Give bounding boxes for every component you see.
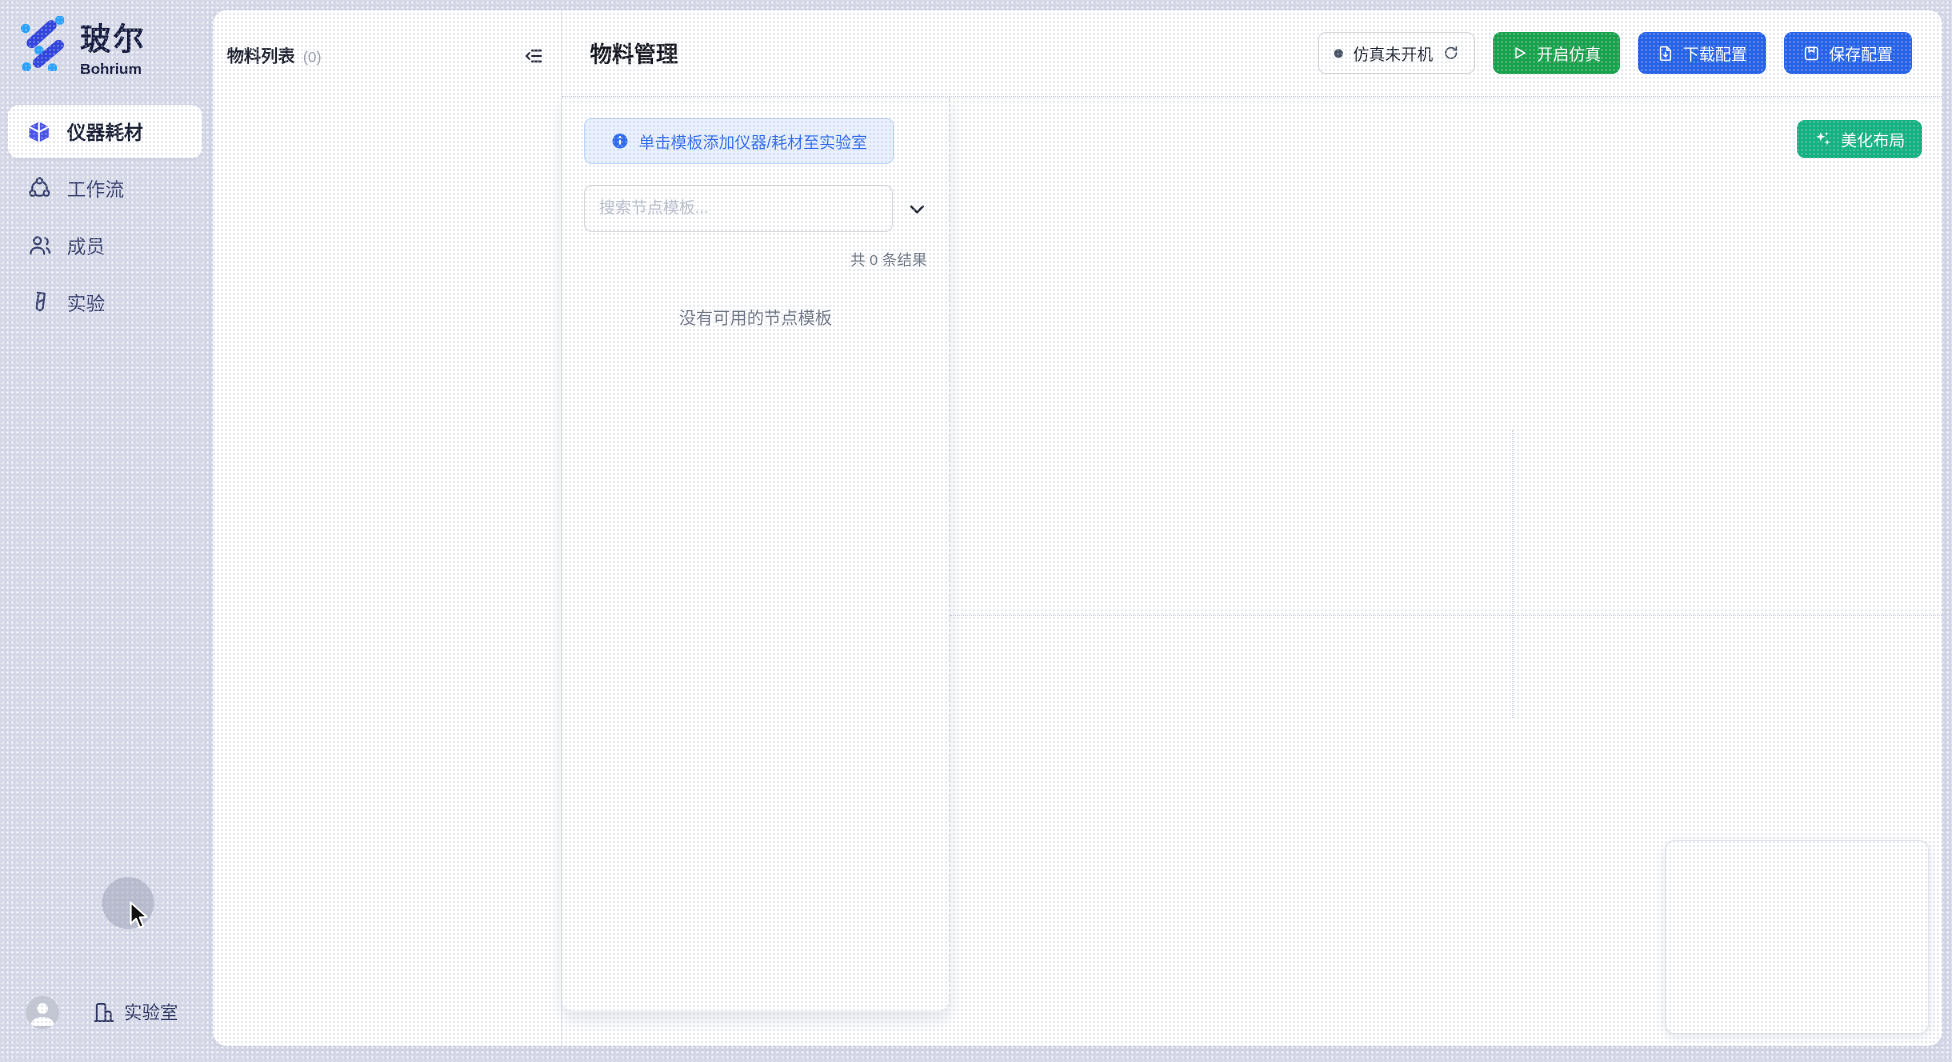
main-window: 物料列表 (0) 物料管理 仿真未开机 (213, 10, 1942, 1046)
alignment-guide-vertical (1512, 430, 1513, 718)
status-label: 仿真未开机 (1353, 41, 1433, 65)
bohrium-logo-icon (14, 16, 64, 71)
alignment-guide-horizontal (950, 615, 1942, 616)
status-dot-icon (1334, 49, 1343, 58)
sidebar: 玻尔 Bohrium 仪器耗材 (0, 0, 213, 1062)
info-banner-text: 单击模板添加仪器/耗材至实验室 (639, 129, 867, 153)
sparkles-icon (1814, 130, 1832, 148)
info-icon (611, 132, 629, 150)
workflow-icon (26, 176, 52, 202)
minimap[interactable] (1665, 840, 1929, 1034)
sidebar-item-label: 实验 (67, 289, 105, 316)
sidebar-item-instruments[interactable]: 仪器耗材 (8, 105, 202, 158)
play-icon (1512, 45, 1528, 61)
result-count: 共 0 条结果 (850, 249, 927, 270)
download-config-button[interactable]: 下载配置 (1638, 32, 1766, 74)
save-config-button[interactable]: 保存配置 (1784, 32, 1912, 74)
flow-canvas[interactable]: 美化布局 单击模板添加仪器/耗材至实验室 共 (562, 97, 1942, 1046)
user-avatar[interactable] (26, 996, 59, 1029)
lab-switcher[interactable]: 实验室 (92, 999, 178, 1025)
materials-list-panel: 物料列表 (0) (213, 10, 562, 1046)
sidebar-nav: 仪器耗材 工作流 成员 (8, 105, 202, 333)
file-download-icon (1657, 45, 1674, 62)
brand-name-en: Bohrium (80, 61, 146, 78)
materials-list-count: (0) (303, 49, 321, 66)
sidebar-item-label: 工作流 (67, 175, 124, 202)
template-panel: 单击模板添加仪器/耗材至实验室 共 0 条结果 没有可用的节点模板 (562, 97, 950, 1012)
search-input[interactable] (584, 185, 893, 232)
beautify-layout-button[interactable]: 美化布局 (1797, 120, 1922, 158)
info-banner: 单击模板添加仪器/耗材至实验室 (584, 118, 894, 164)
page-header: 物料管理 仿真未开机 开启仿真 (562, 10, 1942, 97)
start-simulation-button[interactable]: 开启仿真 (1493, 32, 1620, 74)
chevron-down-icon[interactable] (906, 198, 928, 220)
brand-logo: 玻尔 Bohrium (14, 16, 146, 78)
lab-label: 实验室 (124, 999, 178, 1025)
collapse-panel-icon[interactable] (523, 45, 545, 67)
refresh-icon[interactable] (1443, 45, 1459, 61)
save-icon (1803, 45, 1820, 62)
materials-list-title: 物料列表 (227, 42, 295, 67)
experiment-icon (26, 290, 52, 316)
brand-name-zh: 玻尔 (80, 20, 146, 60)
empty-template-message: 没有可用的节点模板 (562, 304, 949, 329)
cursor-pointer (126, 901, 152, 936)
page-title: 物料管理 (590, 37, 678, 69)
sidebar-item-workflow[interactable]: 工作流 (8, 162, 202, 215)
building-icon (92, 1001, 115, 1024)
simulation-status-pill[interactable]: 仿真未开机 (1318, 32, 1475, 74)
members-icon (26, 233, 52, 259)
cube-icon (26, 119, 52, 145)
sidebar-item-experiment[interactable]: 实验 (8, 276, 202, 329)
sidebar-item-members[interactable]: 成员 (8, 219, 202, 272)
sidebar-item-label: 成员 (67, 232, 105, 259)
sidebar-item-label: 仪器耗材 (67, 118, 143, 145)
